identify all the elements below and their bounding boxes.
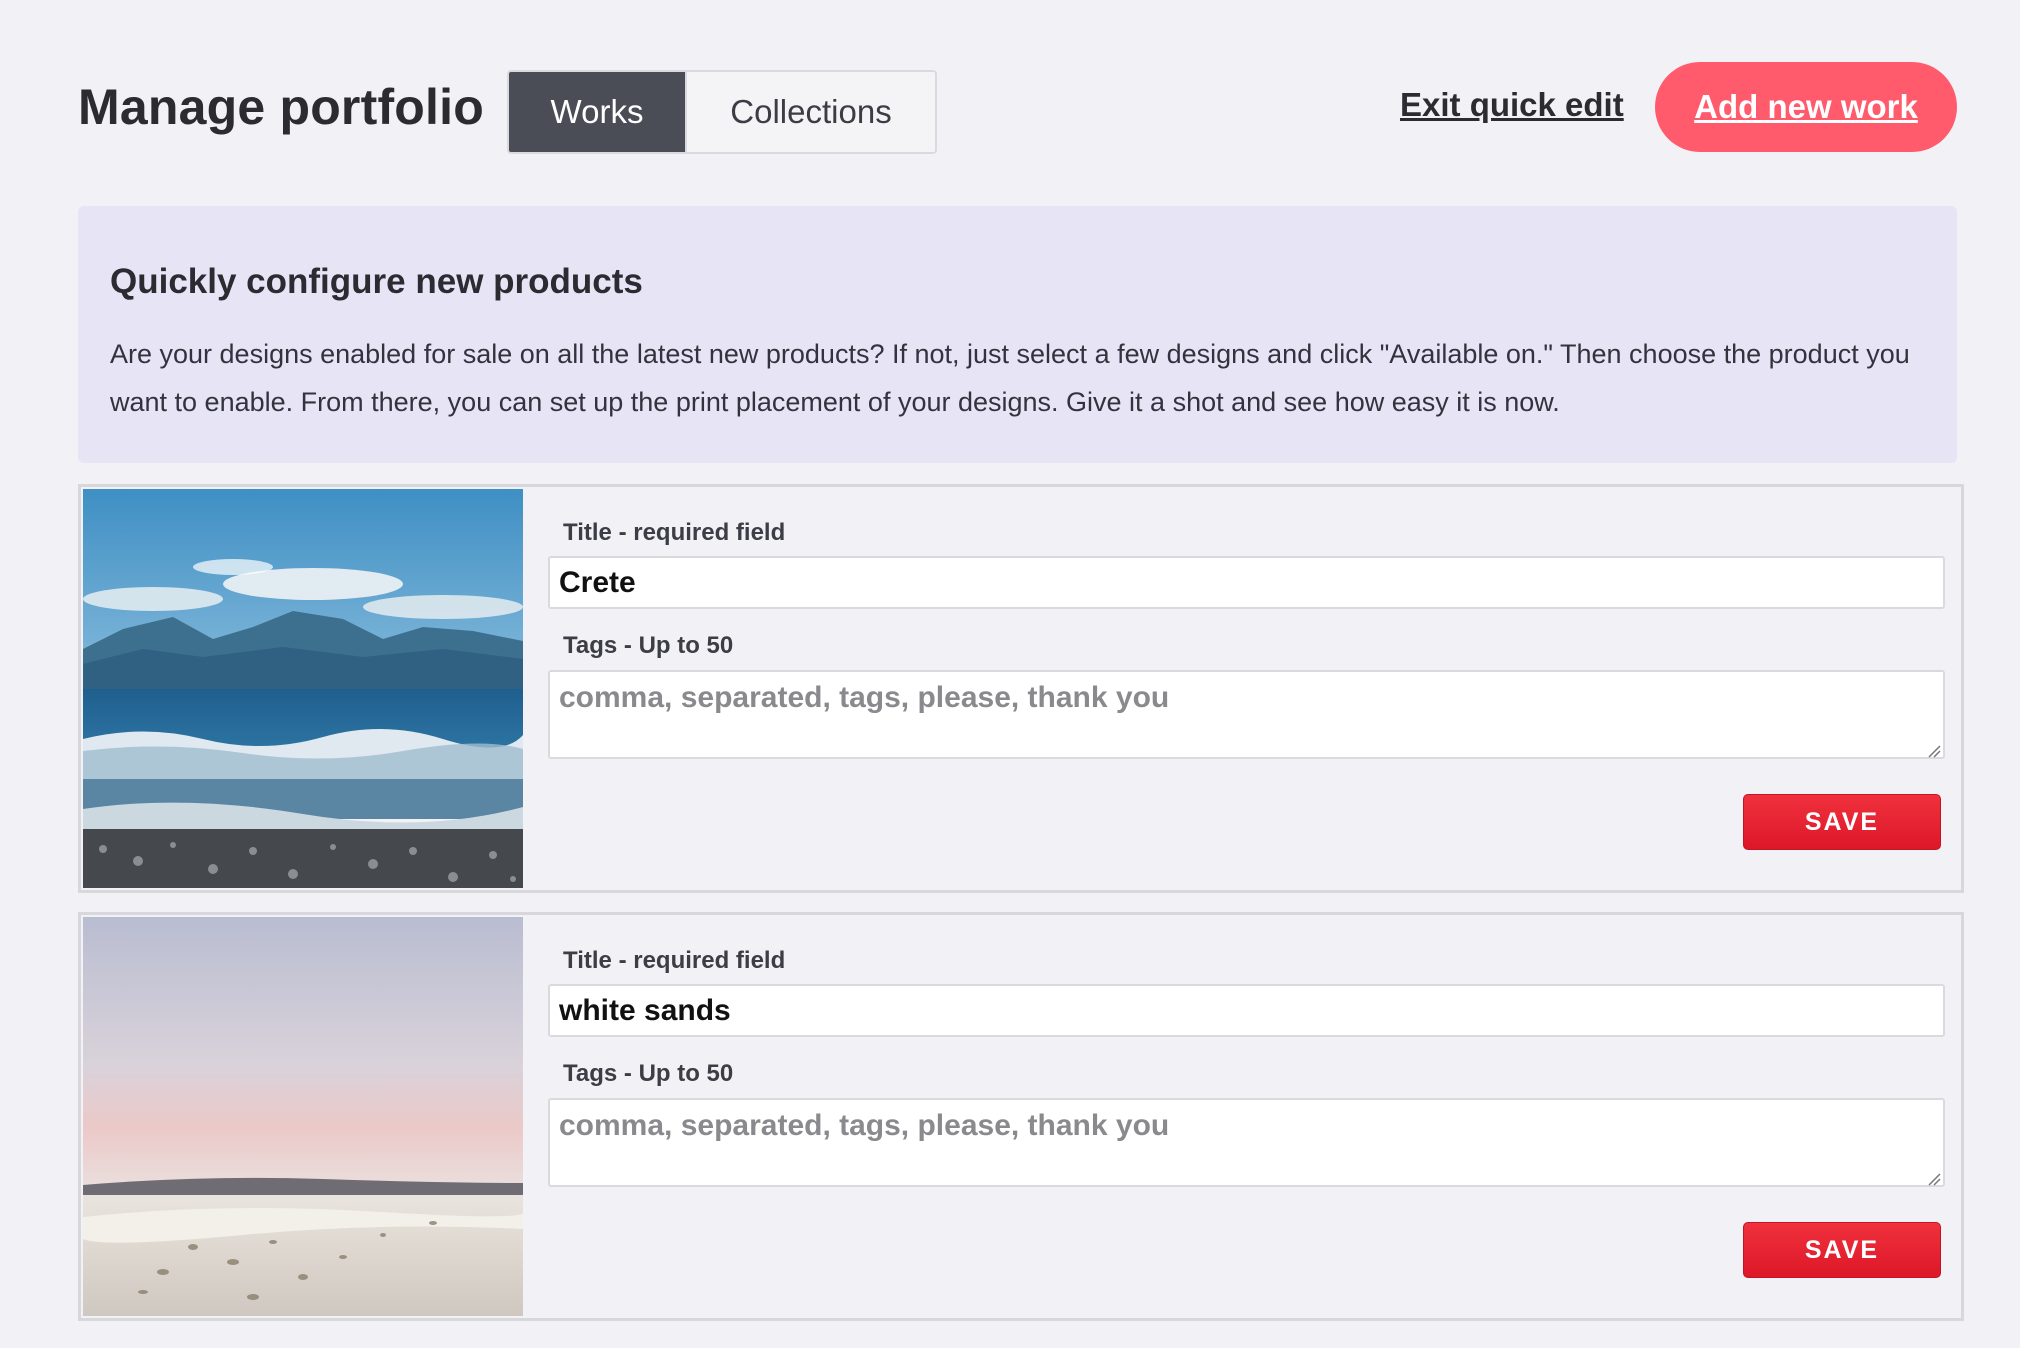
manage-portfolio-page: Manage portfolio Works Collections Exit … bbox=[0, 0, 2020, 1348]
title-label: Title - required field bbox=[563, 947, 786, 974]
tags-input[interactable] bbox=[548, 1098, 1945, 1187]
info-banner: Quickly configure new products Are your … bbox=[78, 206, 1957, 463]
title-input[interactable] bbox=[548, 984, 1945, 1037]
white-sands-image bbox=[83, 917, 523, 1316]
page-header: Manage portfolio Works Collections Exit … bbox=[78, 62, 1957, 154]
resize-grip-icon[interactable] bbox=[1927, 744, 1941, 758]
page-title: Manage portfolio bbox=[78, 79, 484, 135]
title-label: Title - required field bbox=[563, 519, 786, 546]
exit-quick-edit-link[interactable]: Exit quick edit bbox=[1400, 86, 1624, 124]
banner-text: Are your designs enabled for sale on all… bbox=[110, 339, 1910, 417]
view-tabs: Works Collections bbox=[507, 70, 937, 154]
tags-label: Tags - Up to 50 bbox=[563, 632, 734, 659]
work-thumbnail-white-sands[interactable] bbox=[83, 917, 523, 1316]
resize-grip-icon[interactable] bbox=[1927, 1172, 1941, 1186]
tab-works[interactable]: Works bbox=[509, 72, 685, 152]
add-new-work-button[interactable]: Add new work bbox=[1655, 62, 1957, 152]
banner-title: Quickly configure new products bbox=[110, 262, 643, 301]
tags-label: Tags - Up to 50 bbox=[563, 1060, 734, 1087]
crete-beach-image bbox=[83, 489, 523, 888]
work-thumbnail-crete[interactable] bbox=[83, 489, 523, 888]
title-input[interactable] bbox=[548, 556, 1945, 609]
work-card: Title - required field Tags - Up to 50 S… bbox=[78, 484, 1964, 893]
tab-collections[interactable]: Collections bbox=[685, 72, 935, 152]
work-form: Title - required field Tags - Up to 50 S… bbox=[548, 915, 1945, 1318]
save-button[interactable]: SAVE bbox=[1743, 794, 1941, 850]
save-button[interactable]: SAVE bbox=[1743, 1222, 1941, 1278]
work-form: Title - required field Tags - Up to 50 S… bbox=[548, 487, 1945, 890]
work-card: Title - required field Tags - Up to 50 S… bbox=[78, 912, 1964, 1321]
tags-input[interactable] bbox=[548, 670, 1945, 759]
